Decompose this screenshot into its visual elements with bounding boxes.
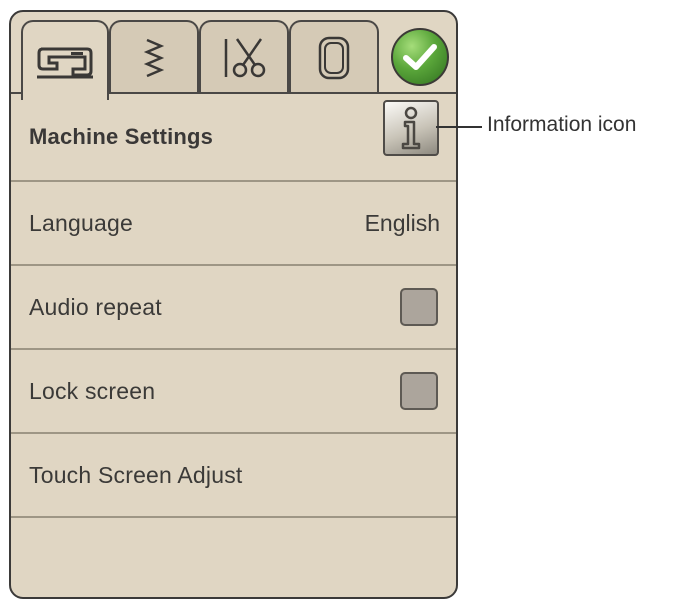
- tab-machine-settings[interactable]: [21, 20, 109, 100]
- machine-settings-panel: Machine Settings Language English Audio …: [9, 10, 458, 599]
- tab-tools[interactable]: [199, 20, 289, 94]
- zigzag-stitch-icon: [143, 38, 165, 78]
- callout-label: Information icon: [487, 113, 637, 136]
- language-label: Language: [29, 209, 133, 236]
- callout-line: [436, 126, 482, 128]
- settings-header: Machine Settings: [11, 94, 456, 180]
- page-title: Machine Settings: [29, 124, 214, 149]
- touch-screen-adjust-label: Touch Screen Adjust: [29, 461, 243, 488]
- lock-screen-label: Lock screen: [29, 377, 156, 404]
- lock-screen-row: Lock screen: [11, 348, 456, 432]
- tab-stitches[interactable]: [109, 20, 199, 94]
- hoop-icon: [318, 36, 350, 80]
- ok-button[interactable]: [391, 28, 449, 86]
- audio-repeat-row: Audio repeat: [11, 264, 456, 348]
- info-button[interactable]: [383, 100, 439, 156]
- touch-screen-adjust-row[interactable]: Touch Screen Adjust: [11, 432, 456, 516]
- info-icon: [401, 106, 421, 150]
- lock-screen-checkbox[interactable]: [400, 372, 438, 410]
- audio-repeat-label: Audio repeat: [29, 293, 162, 320]
- tab-hoop[interactable]: [289, 20, 379, 94]
- audio-repeat-checkbox[interactable]: [400, 288, 438, 326]
- language-value: English: [364, 209, 440, 236]
- empty-row: [11, 516, 456, 597]
- sewing-machine-icon: [37, 47, 93, 79]
- checkmark-icon: [403, 44, 437, 70]
- language-row[interactable]: Language English: [11, 180, 456, 264]
- needle-scissors-icon: [224, 38, 266, 78]
